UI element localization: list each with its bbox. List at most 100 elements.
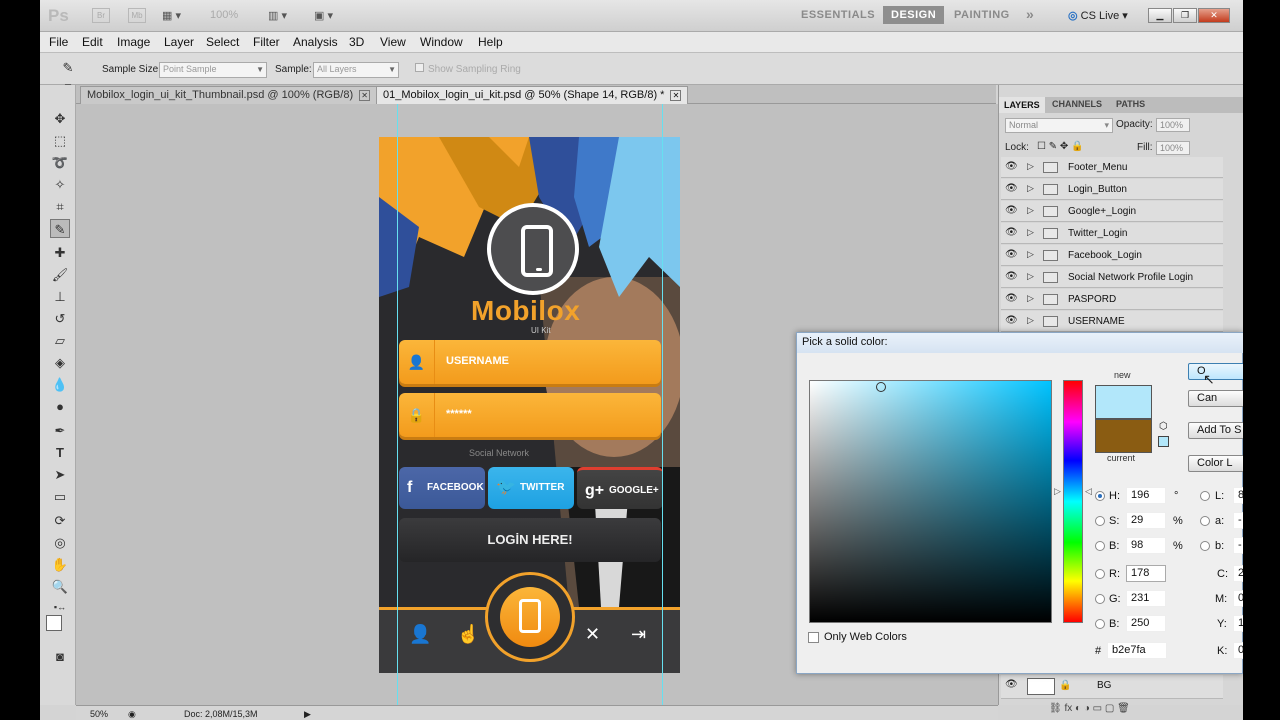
eye-icon[interactable]: 👁	[1005, 249, 1018, 260]
color-field[interactable]	[809, 380, 1052, 623]
menu-edit[interactable]: Edit	[82, 35, 103, 49]
menu-filter[interactable]: Filter	[253, 35, 280, 49]
lasso-tool-icon[interactable]: ➰	[50, 153, 70, 172]
web-safe-color-swatch[interactable]	[1158, 436, 1169, 447]
type-tool-icon[interactable]: T	[50, 443, 70, 462]
lab-l-radio[interactable]	[1200, 491, 1210, 501]
shape-tool-icon[interactable]: ▭	[50, 487, 70, 506]
out-of-gamut-cube-icon[interactable]: ⬡	[1159, 421, 1168, 432]
eraser-tool-icon[interactable]: ▱	[50, 331, 70, 350]
expand-arrow-icon[interactable]: ▷	[1027, 293, 1034, 304]
view-extras-button[interactable]: ▦ ▾	[162, 9, 181, 24]
settings-tools-icon[interactable]: ✕	[585, 624, 600, 645]
restore-button[interactable]: ❐	[1173, 8, 1197, 23]
expand-arrow-icon[interactable]: ▷	[1027, 271, 1034, 282]
yellow-input[interactable]: 1	[1233, 615, 1243, 632]
healing-brush-tool-icon[interactable]: ✚	[50, 243, 70, 262]
workspace-design[interactable]: DESIGN	[883, 6, 945, 24]
expand-arrow-icon[interactable]: ▷	[1027, 183, 1034, 194]
arrange-documents-button[interactable]: ▥ ▾	[268, 9, 287, 24]
menu-analysis[interactable]: Analysis	[293, 35, 338, 49]
green-radio[interactable]	[1095, 594, 1105, 604]
touch-icon[interactable]: ☝	[457, 624, 479, 645]
eyedropper-preset-icon[interactable]: ✎ ▾	[58, 58, 78, 94]
logout-icon[interactable]: ⇥	[631, 624, 646, 645]
cs-live-menu[interactable]: ◎ CS Live ▾	[1068, 9, 1128, 22]
close-button[interactable]: ✕	[1198, 8, 1230, 23]
fill-input[interactable]: 100%	[1156, 141, 1190, 155]
workspace-essentials[interactable]: ESSENTIALS	[801, 9, 875, 21]
status-info-icon[interactable]: ◉	[128, 709, 136, 720]
expand-arrow-icon[interactable]: ▷	[1027, 227, 1034, 238]
launch-bridge-button[interactable]: Br	[92, 8, 110, 23]
layer-row[interactable]: 👁 ▷ PASPORD	[1001, 289, 1223, 310]
expand-arrow-icon[interactable]: ▷	[1027, 249, 1034, 260]
quick-selection-tool-icon[interactable]: ✧	[50, 175, 70, 194]
green-input[interactable]: 231	[1126, 590, 1166, 607]
menu-view[interactable]: View	[380, 35, 406, 49]
clone-stamp-tool-icon[interactable]: ⊥	[50, 287, 70, 306]
3d-orbit-tool-icon[interactable]: ◎	[50, 533, 70, 552]
menu-layer[interactable]: Layer	[164, 35, 194, 49]
eye-icon[interactable]: 👁	[1005, 183, 1018, 194]
saturation-input[interactable]: 29	[1126, 512, 1166, 529]
brightness-radio[interactable]	[1095, 541, 1105, 551]
path-selection-tool-icon[interactable]: ➤	[50, 465, 70, 484]
ok-button[interactable]: O	[1188, 363, 1243, 380]
move-tool-icon[interactable]: ✥	[50, 109, 70, 128]
lab-a-input[interactable]: -	[1233, 512, 1243, 529]
color-field-cursor[interactable]	[876, 382, 886, 392]
launch-mini-bridge-button[interactable]: Mb	[128, 8, 146, 23]
hand-tool-icon[interactable]: ✋	[50, 555, 70, 574]
lab-b-input[interactable]: -	[1233, 537, 1243, 554]
expand-arrow-icon[interactable]: ▷	[1027, 205, 1034, 216]
more-workspaces-icon[interactable]: »	[1026, 6, 1034, 22]
tab-layers[interactable]: LAYERS	[999, 97, 1045, 113]
eye-icon[interactable]: 👁	[1005, 271, 1018, 282]
crop-tool-icon[interactable]: ⌗	[50, 197, 70, 216]
screen-mode-button[interactable]: ▣ ▾	[314, 9, 333, 24]
blue-radio[interactable]	[1095, 619, 1105, 629]
eye-icon[interactable]: 👁	[1005, 293, 1018, 304]
layer-row[interactable]: 👁 ▷ Facebook_Login	[1001, 245, 1223, 266]
hue-slider-left-arrow-icon[interactable]: ▷	[1054, 486, 1061, 497]
layer-row[interactable]: 👁 ▷ USERNAME	[1001, 311, 1223, 332]
minimize-button[interactable]: ▁	[1148, 8, 1172, 23]
layer-row[interactable]: 👁 ▷ Google+_Login	[1001, 201, 1223, 222]
menu-3d[interactable]: 3D	[349, 35, 364, 49]
hue-input[interactable]: 196	[1126, 487, 1166, 504]
expand-arrow-icon[interactable]: ▷	[1027, 315, 1034, 326]
history-brush-tool-icon[interactable]: ↺	[50, 309, 70, 328]
artboard[interactable]: Mobilox UI Kit 👤 USERNAME 🔒 ****** Socia…	[379, 137, 680, 673]
tab-paths[interactable]: PATHS	[1111, 99, 1150, 109]
sample-size-select[interactable]: Point Sample ▼	[159, 62, 267, 78]
hue-slider-right-arrow-icon[interactable]: ◁	[1085, 486, 1092, 497]
menu-select[interactable]: Select	[206, 35, 239, 49]
close-icon[interactable]: ✕	[670, 90, 682, 101]
cyan-input[interactable]: 2	[1233, 565, 1243, 582]
red-radio[interactable]	[1095, 569, 1105, 579]
footer-center-button[interactable]	[485, 572, 575, 662]
status-menu-arrow-icon[interactable]: ▶	[304, 709, 311, 720]
eye-icon[interactable]: 👁	[1005, 679, 1018, 690]
dodge-tool-icon[interactable]: ●	[50, 397, 70, 416]
brightness-input[interactable]: 98	[1126, 537, 1166, 554]
login-button[interactable]: LOGİN HERE!	[399, 518, 661, 562]
eye-icon[interactable]: 👁	[1005, 161, 1018, 172]
layer-row[interactable]: 👁 ▷ Twitter_Login	[1001, 223, 1223, 244]
layer-row[interactable]: 👁 ▷ Login_Button	[1001, 179, 1223, 200]
eye-icon[interactable]: 👁	[1005, 227, 1018, 238]
facebook-button[interactable]: f FACEBOOK	[399, 467, 485, 509]
add-to-swatches-button[interactable]: Add To S	[1188, 422, 1243, 439]
blue-input[interactable]: 250	[1126, 615, 1166, 632]
menu-image[interactable]: Image	[117, 35, 150, 49]
black-input[interactable]: 0	[1233, 642, 1243, 659]
tab-thumbnail-document[interactable]: Mobilox_login_ui_kit_Thumbnail.psd @ 100…	[80, 86, 378, 104]
close-icon[interactable]: ✕	[359, 90, 371, 101]
color-libraries-button[interactable]: Color L	[1188, 455, 1243, 472]
hue-slider[interactable]	[1063, 380, 1083, 623]
pen-tool-icon[interactable]: ✒	[50, 421, 70, 440]
password-field[interactable]: 🔒 ******	[399, 393, 661, 437]
eye-icon[interactable]: 👁	[1005, 205, 1018, 216]
twitter-button[interactable]: 🐦 TWITTER	[488, 467, 574, 509]
